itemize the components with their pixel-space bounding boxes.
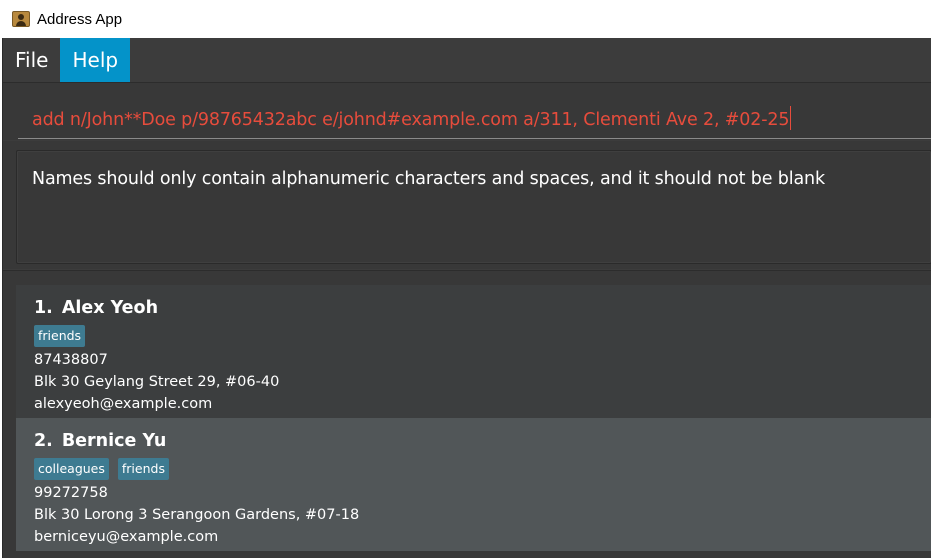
tag: colleagues (34, 458, 109, 480)
person-phone: 87438807 (34, 352, 108, 368)
person-email: berniceyu@example.com (34, 529, 219, 545)
address-book-icon (12, 11, 30, 27)
window-title: Address App (37, 10, 123, 28)
text-caret (790, 106, 792, 130)
tag: friends (117, 458, 169, 480)
tag-list: colleagues friends (34, 458, 931, 480)
menu-file[interactable]: File (3, 38, 60, 82)
person-index: 1. (34, 298, 53, 318)
person-name-row: 2. Bernice Yu (34, 428, 931, 454)
person-email: alexyeoh@example.com (34, 396, 213, 412)
result-display: Names should only contain alphanumeric c… (3, 141, 931, 269)
tag: friends (34, 325, 86, 347)
tag-list: friends (34, 325, 931, 347)
result-message: Names should only contain alphanumeric c… (32, 169, 825, 189)
menu-help[interactable]: Help (60, 38, 131, 82)
person-address: Blk 30 Lorong 3 Serangoon Gardens, #07-1… (34, 507, 360, 523)
app-window: File Help add n/John**Doe p/98765432abc … (2, 38, 931, 558)
person-list[interactable]: 1. Alex Yeoh friends 87438807 Blk 30 Gey… (3, 270, 931, 558)
person-name-row: 1. Alex Yeoh (34, 295, 931, 321)
person-name: Bernice Yu (61, 431, 167, 451)
person-address: Blk 30 Geylang Street 29, #06-40 (34, 374, 280, 390)
person-card-selected[interactable]: 2. Bernice Yu colleagues friends 9927275… (16, 418, 931, 551)
result-text-area[interactable]: Names should only contain alphanumeric c… (16, 150, 931, 264)
window-title-bar: Address App (0, 0, 931, 38)
command-box: add n/John**Doe p/98765432abc e/johnd#ex… (3, 82, 931, 140)
person-phone: 99272758 (34, 485, 108, 501)
menu-bar: File Help (3, 38, 931, 82)
person-card[interactable]: 1. Alex Yeoh friends 87438807 Blk 30 Gey… (16, 285, 931, 418)
command-input[interactable]: add n/John**Doe p/98765432abc e/johnd#ex… (18, 95, 931, 139)
person-name: Alex Yeoh (61, 298, 159, 318)
command-text: add n/John**Doe p/98765432abc e/johnd#ex… (32, 110, 790, 130)
person-index: 2. (34, 431, 53, 451)
